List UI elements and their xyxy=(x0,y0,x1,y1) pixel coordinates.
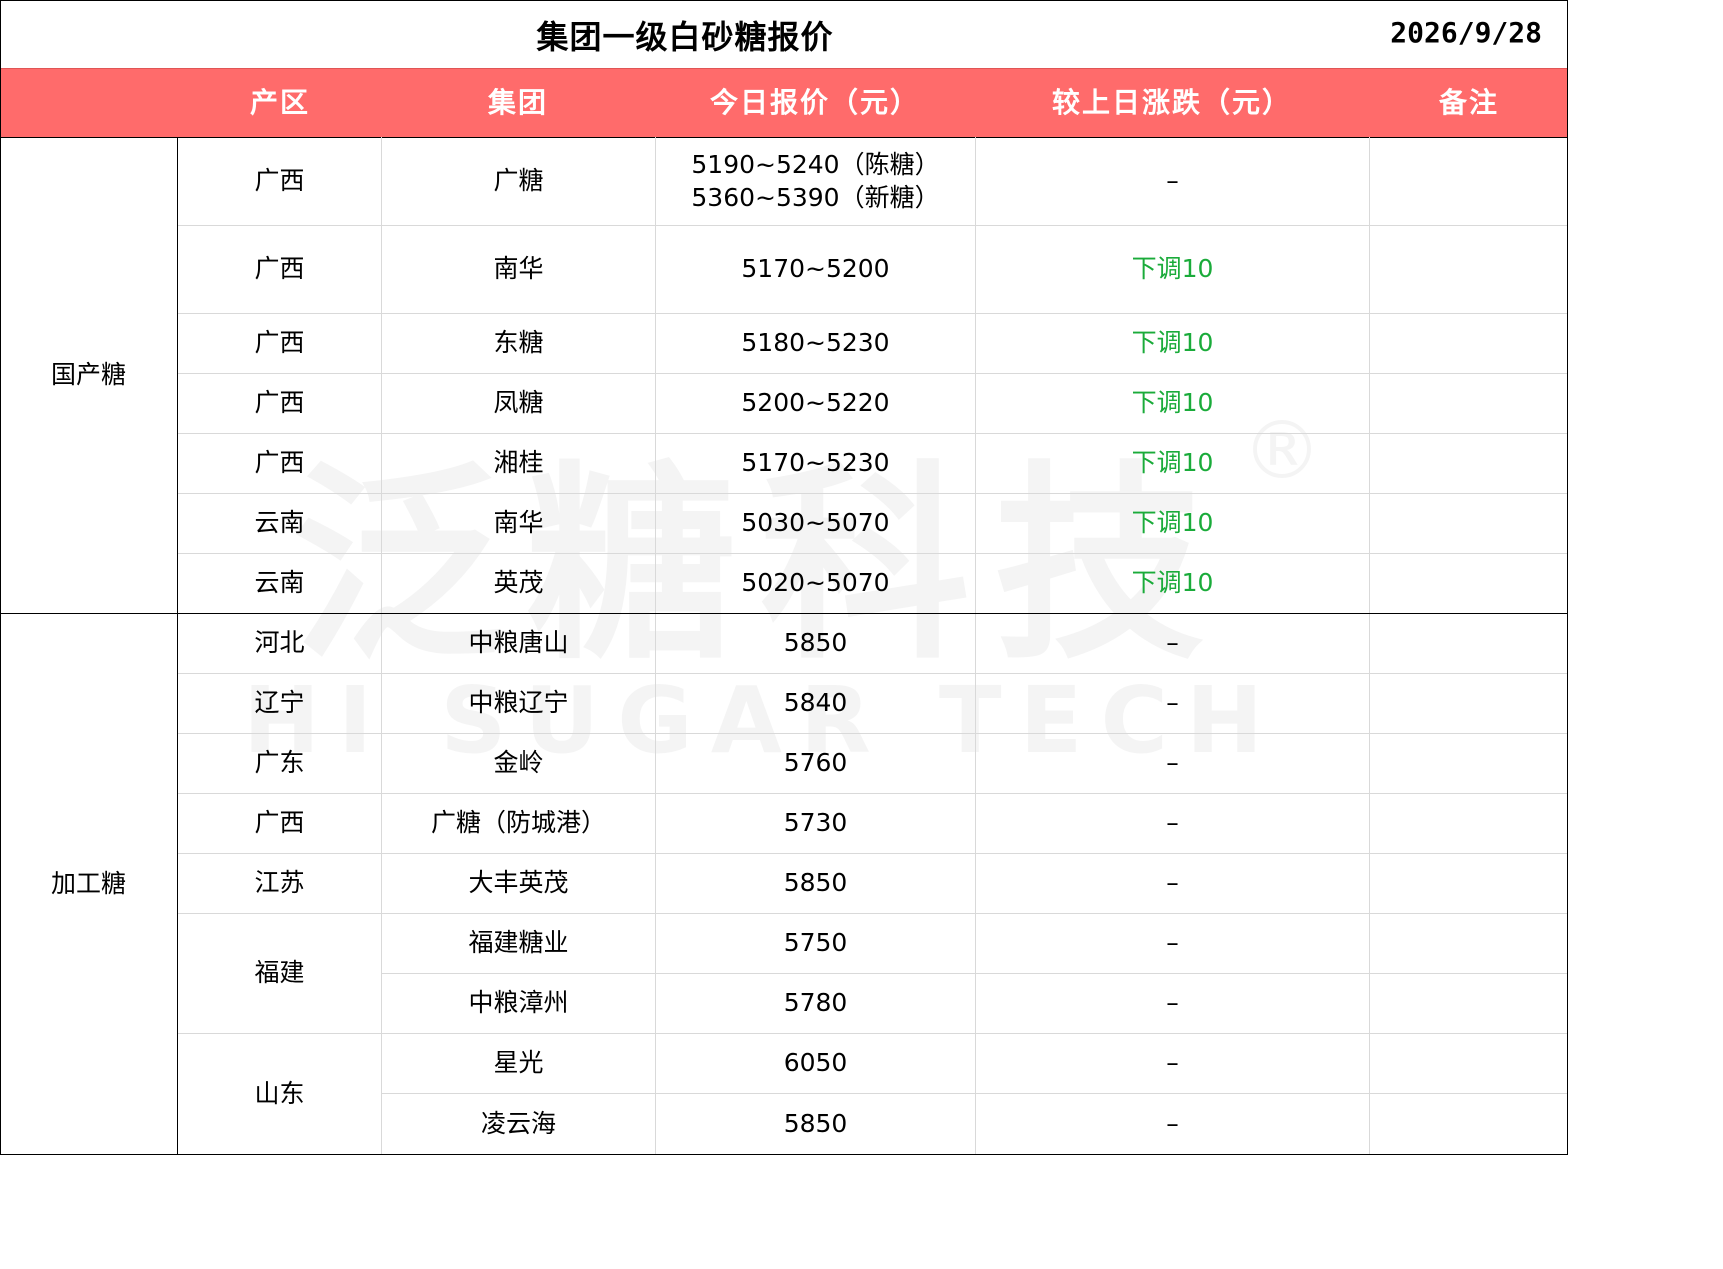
table-border xyxy=(0,0,1568,1155)
